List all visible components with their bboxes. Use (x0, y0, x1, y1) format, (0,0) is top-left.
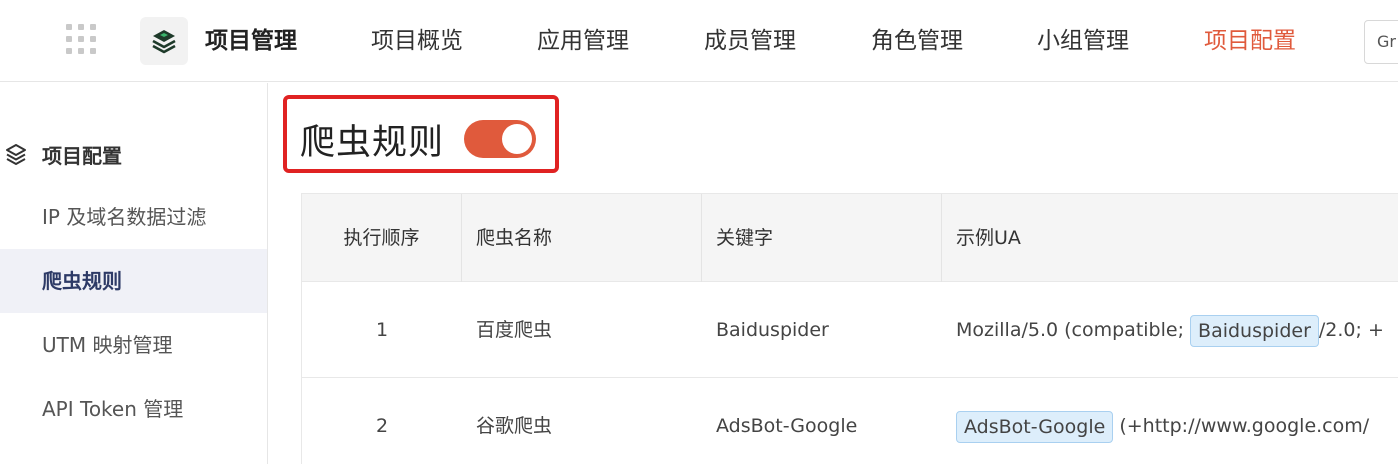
nav-tab-apps[interactable]: 应用管理 (537, 26, 629, 56)
apps-grid-icon[interactable] (66, 24, 100, 58)
cell-order: 1 (375, 319, 389, 341)
nav-tab-overview[interactable]: 项目概览 (371, 26, 463, 56)
top-search-box[interactable]: Gr (1364, 20, 1398, 64)
crawler-rules-table: 执行顺序 爬虫名称 关键字 示例UA 1 百度爬虫 Baiduspider Mo… (301, 193, 1398, 464)
cell-keyword: Baiduspider (716, 319, 829, 341)
ua-text-suffix: /2.0; + (1318, 319, 1384, 341)
nav-tab-groups[interactable]: 小组管理 (1037, 26, 1129, 56)
ua-keyword-highlight: AdsBot-Google (956, 410, 1114, 443)
nav-tab-project-settings[interactable]: 项目配置 (1204, 26, 1296, 56)
cell-example-ua: AdsBot-Google (+http://www.google.com/ (942, 378, 1398, 464)
column-header-name: 爬虫名称 (462, 194, 702, 282)
brand-title[interactable]: 项目管理 (205, 26, 297, 56)
sidebar-item-ip-domain-filter[interactable]: IP 及域名数据过滤 (0, 185, 267, 249)
sidebar-section-title: 项目配置 (42, 143, 122, 168)
cell-crawler-name: 百度爬虫 (476, 319, 553, 341)
column-header-keyword: 关键字 (702, 194, 942, 282)
top-navbar: 项目管理 项目概览 应用管理 成员管理 角色管理 小组管理 项目配置 Gr (0, 0, 1398, 82)
table-row[interactable]: 2 谷歌爬虫 AdsBot-Google AdsBot-Google (+htt… (302, 378, 1398, 464)
table-header-row: 执行顺序 爬虫名称 关键字 示例UA (302, 194, 1398, 282)
product-logo[interactable] (140, 17, 188, 65)
table-row[interactable]: 1 百度爬虫 Baiduspider Mozilla/5.0 (compatib… (302, 282, 1398, 378)
column-header-example-ua: 示例UA (956, 227, 1021, 249)
sidebar-section-header: 项目配置 (0, 139, 122, 169)
cell-crawler-name: 谷歌爬虫 (476, 415, 553, 437)
nav-tab-roles[interactable]: 角色管理 (871, 26, 963, 56)
highlight-annotation-box (283, 95, 559, 173)
cell-example-ua: Mozilla/5.0 (compatible; Baiduspider/2.0… (942, 282, 1398, 378)
sidebar-item-api-token[interactable]: API Token 管理 (0, 377, 267, 441)
layers-logo-icon (152, 30, 176, 54)
cell-order: 2 (375, 415, 389, 437)
ua-keyword-highlight: Baiduspider (1190, 314, 1319, 347)
layers-icon (6, 144, 26, 165)
nav-tab-members[interactable]: 成员管理 (704, 26, 796, 56)
sidebar-item-utm-mapping[interactable]: UTM 映射管理 (0, 313, 267, 377)
sidebar: 项目配置 IP 及域名数据过滤 爬虫规则 UTM 映射管理 API Token … (0, 83, 268, 464)
ua-text-prefix: Mozilla/5.0 (compatible; (956, 319, 1191, 341)
column-header-order: 执行顺序 (302, 194, 462, 282)
sidebar-item-crawler-rules[interactable]: 爬虫规则 (0, 249, 267, 313)
cell-keyword: AdsBot-Google (716, 415, 858, 437)
ua-text-suffix: (+http://www.google.com/ (1113, 415, 1370, 437)
